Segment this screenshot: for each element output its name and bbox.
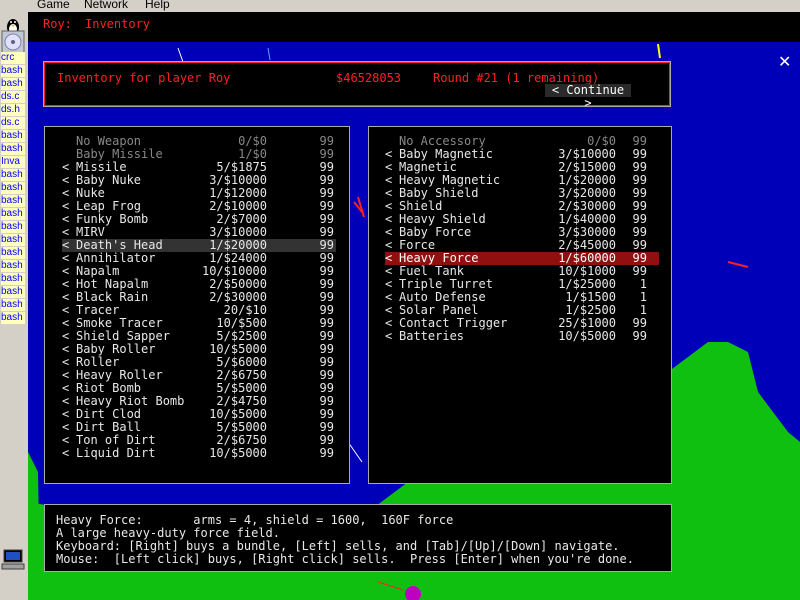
taskbar-task[interactable]: bash	[1, 143, 25, 155]
computer-icon[interactable]	[1, 547, 25, 571]
item-count: 99	[632, 329, 647, 343]
taskbar-task[interactable]: bash	[1, 78, 25, 90]
taskbar-task[interactable]: bash	[1, 221, 25, 233]
item-bundle-price: 10/$5000	[558, 329, 616, 343]
menu-network[interactable]: Network	[84, 0, 128, 10]
header-money: $46528053	[336, 71, 402, 85]
taskbar-task[interactable]: Inva	[1, 156, 25, 168]
info-panel: Heavy Force: arms = 4, shield = 1600, 16…	[44, 504, 672, 572]
info-line-3: Keyboard: [Right] buys a bundle, [Left] …	[56, 539, 620, 553]
taskbar-task[interactable]: bash	[1, 286, 25, 298]
close-icon[interactable]: ✕	[778, 52, 791, 71]
taskbar-task[interactable]: bash	[1, 247, 25, 259]
header-title: Inventory for player Roy	[57, 71, 231, 85]
menu-help[interactable]: Help	[145, 0, 170, 10]
weapons-panel: No Weapon 0/$0 99 Baby Missile 1/$0 99 < Missil…	[44, 126, 350, 484]
sell-chevron-icon[interactable]: <	[62, 447, 69, 460]
taskbar-task[interactable]: ds.c	[1, 91, 25, 103]
menu-game[interactable]: Game	[37, 0, 70, 10]
taskbar-task[interactable]: bash	[1, 273, 25, 285]
taskbar-task[interactable]: bash	[1, 130, 25, 142]
taskbar-task[interactable]: bash	[1, 208, 25, 220]
item-bundle-price: 10/$5000	[209, 446, 267, 460]
taskbar-task[interactable]: bash	[1, 169, 25, 181]
sell-chevron-icon[interactable]: <	[385, 330, 392, 343]
status-mode: Inventory	[85, 17, 151, 31]
taskbar-task[interactable]: bash	[1, 234, 25, 246]
taskbar: crc bash bash ds.c ds.h ds.c bash bash Inva bash b…	[0, 12, 28, 600]
item-name: Liquid Dirt	[76, 446, 156, 460]
list-item[interactable]: < Batteries 10/$5000 99	[385, 330, 659, 343]
taskbar-task[interactable]: bash	[1, 65, 25, 77]
accessories-panel: No Accessory 0/$0 99 < Baby Magnetic 3/$10000…	[368, 126, 672, 484]
item-name: Batteries	[399, 329, 465, 343]
game-area[interactable]: Roy: Inventory ✕ Inventory for player Ro…	[28, 12, 800, 600]
list-item[interactable]: < Liquid Dirt 10/$5000 99	[62, 447, 336, 460]
taskbar-task[interactable]: bash	[1, 195, 25, 207]
inventory-header: Inventory for player Roy $46528053 Round…	[43, 61, 671, 110]
status-player: Roy:	[43, 17, 72, 31]
menu-bar: Game Network Help	[0, 0, 800, 12]
status-line: Roy: Inventory	[28, 12, 800, 42]
taskbar-task[interactable]: bash	[1, 182, 25, 194]
taskbar-task[interactable]: ds.c	[1, 117, 25, 129]
disc-icon[interactable]	[1, 30, 25, 54]
taskbar-task[interactable]: ds.h	[1, 104, 25, 116]
taskbar-task[interactable]: bash	[1, 299, 25, 311]
info-line-4: Mouse: [Left click] buys, [Right click] …	[56, 552, 634, 566]
info-line-2: A large heavy-duty force field.	[56, 526, 280, 540]
item-count: 99	[319, 446, 334, 460]
info-line-1: Heavy Force: arms = 4, shield = 1600, 16…	[56, 513, 454, 527]
taskbar-task[interactable]: bash	[1, 312, 25, 324]
taskbar-task[interactable]: bash	[1, 260, 25, 272]
continue-button[interactable]: < Continue >	[545, 84, 631, 110]
taskbar-task[interactable]: crc	[1, 52, 25, 64]
